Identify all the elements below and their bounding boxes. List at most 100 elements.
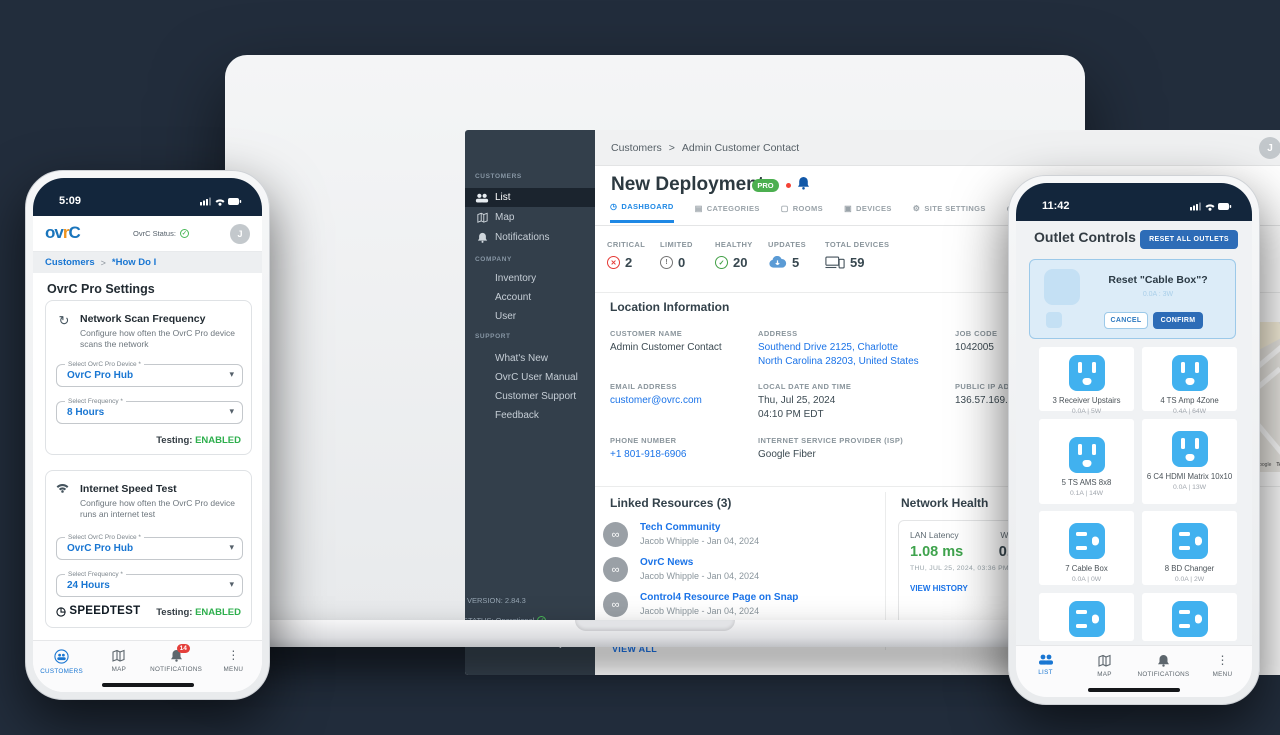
alert-dot [786, 183, 791, 188]
bell-icon [475, 231, 489, 245]
sidebar-item-customer-support[interactable]: Customer Support [465, 387, 595, 406]
sidebar-item-list[interactable]: List [465, 188, 595, 207]
check-circle-icon: ✓ [180, 229, 189, 238]
sidebar-item-feedback[interactable]: Feedback [465, 406, 595, 425]
sidebar-item-notifications[interactable]: Notifications [465, 228, 595, 247]
field-value: Google Fiber [758, 448, 816, 462]
status-time: 5:09 [59, 195, 81, 207]
outlet-ghost-icon [1046, 312, 1062, 328]
outlet-tile[interactable] [1142, 593, 1237, 641]
nav-menu[interactable]: ⋮ MENU [205, 641, 262, 692]
laptop-base [167, 620, 1143, 647]
map-terms-link[interactable]: Terms [1276, 462, 1280, 468]
outlet-tile[interactable] [1039, 593, 1134, 641]
field-label: CUSTOMER NAME [610, 329, 682, 338]
link-icon: ∞ [603, 522, 628, 547]
phone-right-screen: 11:42 Outlet Controls RESET ALL OUTLETS … [1016, 183, 1252, 697]
people-icon [1038, 654, 1054, 665]
address-link[interactable]: North Carolina 28203, United States [758, 355, 919, 369]
sidebar-item-inventory[interactable]: Inventory [465, 269, 595, 288]
resource-link[interactable]: Tech Community [640, 522, 759, 533]
marketing-canvas: CUSTOMERS List Map N [0, 0, 1280, 735]
reset-confirm-card: Reset "Cable Box"? 0.0A : 3W CANCEL CONF… [1029, 259, 1236, 339]
field-label: JOB CODE [955, 329, 997, 338]
lan-latency-value: 1.08 ms [910, 544, 963, 560]
breadcrumb-root[interactable]: Customers [45, 257, 95, 268]
phone-left-screen: 5:09 ovrC OvrC Status: ✓ J Customers > *… [33, 178, 262, 692]
page-title: OvrC Pro Settings [47, 282, 155, 296]
sidebar-section-customers: CUSTOMERS [475, 173, 522, 180]
avatar[interactable]: J [1259, 137, 1280, 159]
breadcrumb-root[interactable]: Customers [611, 142, 662, 154]
devices-icon [825, 256, 845, 269]
linked-resource-row[interactable]: ∞ OvrC News Jacob Whipple - Jan 04, 2024 [603, 557, 759, 582]
view-history-link[interactable]: VIEW HISTORY [910, 584, 968, 593]
scan-refresh-icon: ↻ [56, 313, 72, 350]
status-icons [1190, 201, 1232, 212]
linked-resource-row[interactable]: ∞ Control4 Resource Page on Snap Jacob W… [603, 592, 798, 617]
sidebar-item-label: Notifications [495, 232, 549, 243]
nav-customers[interactable]: CUSTOMERS [33, 641, 90, 692]
tab-dashboard[interactable]: ◷DASHBOARD [610, 202, 674, 223]
tab-site-settings[interactable]: ⚙SITE SETTINGS [913, 202, 986, 223]
laptop-device: CUSTOMERS List Map N [225, 55, 1085, 622]
device-select[interactable]: Select OvrC Pro Device * OvrC Pro Hub ▾ [56, 364, 243, 387]
select-value: OvrC Pro Hub [67, 543, 133, 554]
frequency-select[interactable]: Select Frequency * 24 Hours ▾ [56, 574, 243, 597]
outlet-tile[interactable]: 4 TS Amp 4Zone 0.4A | 64W [1142, 347, 1237, 411]
tab-categories[interactable]: ▤CATEGORIES [695, 202, 760, 223]
sidebar-item-account[interactable]: Account [465, 288, 595, 307]
bell-icon[interactable] [797, 176, 810, 190]
select-value: 24 Hours [67, 580, 110, 591]
device-select[interactable]: Select OvrC Pro Device * OvrC Pro Hub ▾ [56, 537, 243, 560]
sidebar-item-user[interactable]: User [465, 307, 595, 326]
nav-menu[interactable]: ⋮ MENU [1193, 646, 1252, 697]
breadcrumb-separator: > [669, 142, 675, 154]
outlet-tile[interactable]: 3 Receiver Upstairs 0.0A | 5W [1039, 347, 1134, 411]
outlet-tile[interactable]: 6 C4 HDMI Matrix 10x10 0.0A | 13W [1142, 419, 1237, 504]
healthy-icon: ✓ [715, 256, 728, 269]
ovrc-logo: ovrC [45, 223, 80, 243]
reset-all-outlets-button[interactable]: RESET ALL OUTLETS [1140, 230, 1238, 249]
sidebar-item-label: List [495, 192, 511, 203]
email-link[interactable]: customer@ovrc.com [610, 394, 702, 408]
outlet-tile[interactable]: 7 Cable Box 0.0A | 0W [1039, 511, 1134, 585]
linked-resource-row[interactable]: ∞ Tech Community Jacob Whipple - Jan 04,… [603, 522, 759, 547]
tab-rooms[interactable]: ▢ROOMS [781, 202, 823, 223]
confirm-stats: 0.0A : 3W [1088, 291, 1228, 298]
outlet-icon-off [1172, 523, 1208, 559]
outlet-name: 5 TS AMS 8x8 [1058, 478, 1116, 488]
laptop-notch [575, 620, 735, 631]
kebab-menu-icon: ⋮ [227, 649, 239, 662]
outlet-tile[interactable]: 5 TS AMS 8x8 0.1A | 14W [1039, 419, 1134, 504]
stat-total-devices: TOTAL DEVICES 59 [825, 240, 889, 270]
home-indicator [102, 683, 194, 687]
resource-link[interactable]: Control4 Resource Page on Snap [640, 592, 798, 603]
speed-test-card: Internet Speed Test Configure how often … [45, 470, 252, 628]
field-label: EMAIL ADDRESS [610, 382, 677, 391]
breadcrumb: Customers > *How Do I [33, 252, 262, 273]
address-link[interactable]: Southend Drive 2125, Charlotte [758, 341, 898, 355]
frequency-select[interactable]: Select Frequency * 8 Hours ▾ [56, 401, 243, 424]
testing-status: Testing: ENABLED [156, 435, 241, 446]
avatar[interactable]: J [230, 224, 250, 244]
devices-icon: ▣ [844, 204, 852, 213]
outlet-stats: 0.1A | 14W [1070, 490, 1103, 497]
card-title: Network Scan Frequency [80, 313, 235, 325]
sidebar-item-map[interactable]: Map [465, 208, 595, 227]
confirm-button[interactable]: CONFIRM [1153, 312, 1203, 329]
outlet-name: 7 Cable Box [1061, 564, 1111, 574]
cancel-button[interactable]: CANCEL [1104, 312, 1148, 329]
resource-link[interactable]: OvrC News [640, 557, 759, 568]
tab-devices[interactable]: ▣DEVICES [844, 202, 892, 223]
chevron-down-icon: ▾ [229, 406, 234, 417]
sidebar-item-user-manual[interactable]: OvrC User Manual [465, 368, 595, 387]
sidebar-item-whats-new[interactable]: What's New [465, 349, 595, 368]
outlet-stats: 0.0A | 5W [1072, 408, 1101, 415]
laptop-sidebar: CUSTOMERS List Map N [465, 130, 595, 675]
select-value: OvrC Pro Hub [67, 370, 133, 381]
phone-link[interactable]: +1 801-918-6906 [610, 448, 686, 462]
nav-list[interactable]: LIST [1016, 646, 1075, 697]
outlet-tile[interactable]: 8 BD Changer 0.0A | 2W [1142, 511, 1237, 585]
field-label: PHONE NUMBER [610, 436, 676, 445]
